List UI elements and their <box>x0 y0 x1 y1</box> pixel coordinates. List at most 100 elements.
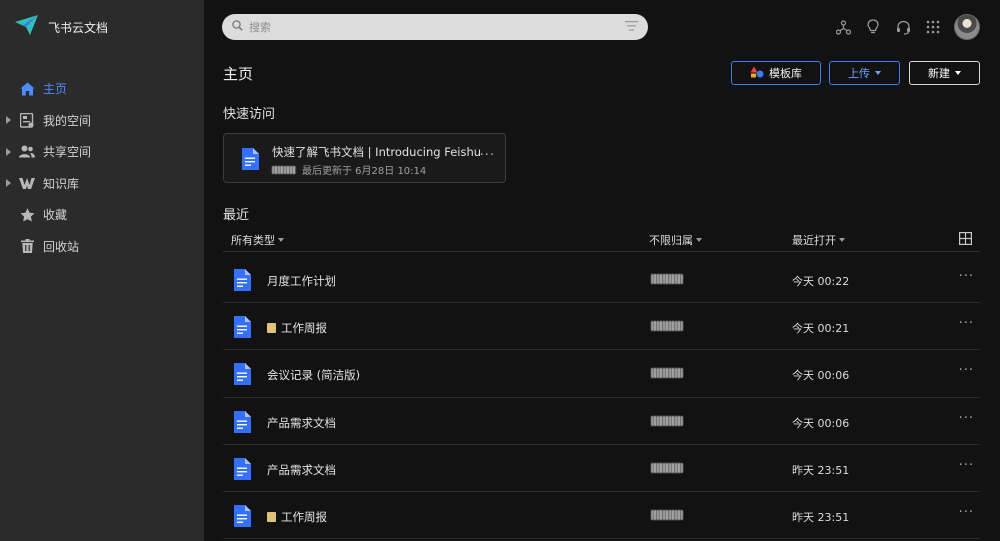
shared-space-icon <box>19 144 35 160</box>
last-opened-time: 今天 00:06 <box>792 416 850 430</box>
avatar[interactable] <box>954 14 980 40</box>
doc-name-cell: 产品需求文档 <box>267 462 336 478</box>
app-grid-icon[interactable] <box>918 14 948 40</box>
more-options-icon[interactable]: ··· <box>959 458 974 473</box>
doc-name-cell: 月度工作计划 <box>267 273 336 289</box>
table-header: 所有类型 不限归属 最近打开 <box>223 228 980 252</box>
search-icon <box>232 19 243 35</box>
doc-icon <box>233 457 251 484</box>
owner-name-redacted <box>651 321 683 332</box>
doc-name: 工作周报 <box>281 509 327 524</box>
chevron-down-icon <box>696 238 702 242</box>
template-icon <box>750 66 764 81</box>
expand-caret-icon[interactable] <box>6 179 11 188</box>
more-options-icon[interactable]: ··· <box>959 363 974 378</box>
recent-title: 最近 <box>223 208 250 223</box>
template-library-button[interactable]: 模板库 <box>731 61 821 85</box>
sidebar-item-trash[interactable]: 回收站 <box>0 231 204 263</box>
sidebar-item-favorites[interactable]: 收藏 <box>0 199 204 231</box>
quick-access-title: 快速访问 <box>223 107 276 122</box>
more-options-icon[interactable]: ··· <box>959 411 974 426</box>
last-opened-time: 今天 00:21 <box>792 322 850 336</box>
sidebar-item-label: 知识库 <box>43 176 80 191</box>
sidebar-item-label: 收藏 <box>43 208 68 223</box>
my-space-icon <box>19 112 35 128</box>
grid-view-icon[interactable] <box>959 232 973 246</box>
folder-tag-icon <box>267 511 276 522</box>
owner-name-redacted <box>651 368 683 379</box>
table-row[interactable]: 月度工作计划 今天 00:22 ··· <box>223 256 980 304</box>
template-library-label: 模板库 <box>769 68 802 80</box>
doc-name: 产品需求文档 <box>267 462 336 477</box>
table-row[interactable]: 产品需求文档 昨天 23:51 ··· <box>223 445 980 492</box>
feishu-logo-icon <box>14 14 40 40</box>
chevron-down-icon <box>278 238 284 242</box>
doc-icon <box>233 504 251 531</box>
recent-list: 月度工作计划 今天 00:22 ··· 工作周报 今天 00:21 ··· 会议… <box>223 256 980 540</box>
expand-caret-icon[interactable] <box>6 147 11 156</box>
doc-name: 月度工作计划 <box>267 274 336 288</box>
sidebar-nav: 主页 我的空间 共享空间 知识库 收藏 回收站 <box>0 73 204 262</box>
table-row[interactable]: 会议记录 (简洁版) 今天 00:06 ··· <box>223 350 980 398</box>
trash-icon <box>19 238 35 254</box>
type-filter-label: 所有类型 <box>231 234 275 247</box>
more-options-icon[interactable]: ··· <box>959 316 974 331</box>
sidebar-item-home[interactable]: 主页 <box>0 73 204 105</box>
last-opened-time: 昨天 23:51 <box>792 510 850 524</box>
doc-name-cell: 产品需求文档 <box>267 415 336 431</box>
chevron-down-icon <box>875 71 881 75</box>
page-title: 主页 <box>223 65 254 83</box>
doc-icon <box>241 148 259 174</box>
last-opened-time: 昨天 23:51 <box>792 463 850 477</box>
sidebar-item-shared-space[interactable]: 共享空间 <box>0 136 204 168</box>
sidebar-item-wiki[interactable]: 知识库 <box>0 168 204 200</box>
doc-name-cell: 工作周报 <box>267 320 327 336</box>
expand-caret-icon[interactable] <box>6 116 11 125</box>
upload-button[interactable]: 上传 <box>829 61 900 85</box>
brand[interactable]: 飞书云文档 <box>14 14 108 40</box>
more-options-icon[interactable]: ··· <box>959 505 974 520</box>
app-title: 飞书云文档 <box>48 20 109 35</box>
star-icon <box>19 207 35 223</box>
filter-icon[interactable] <box>625 20 638 35</box>
owner-name-redacted <box>651 462 683 473</box>
upload-label: 上传 <box>848 68 870 80</box>
doc-icon <box>233 316 251 342</box>
owner-filter[interactable]: 不限归属 <box>649 232 702 248</box>
sidebar-item-label: 共享空间 <box>43 145 92 160</box>
more-options-icon[interactable]: ··· <box>480 148 495 163</box>
owner-name-redacted <box>651 415 683 426</box>
doc-icon <box>233 269 251 295</box>
doc-name-cell: 工作周报 <box>267 509 327 525</box>
chevron-down-icon <box>955 71 961 75</box>
headset-icon[interactable] <box>888 14 918 40</box>
doc-icon <box>233 363 251 389</box>
quick-access-card[interactable]: 快速了解飞书文档 | Introducing Feishu ... 最后更新于 … <box>223 133 506 183</box>
sidebar-item-my-space[interactable]: 我的空间 <box>0 105 204 137</box>
type-filter[interactable]: 所有类型 <box>231 232 284 248</box>
search-input[interactable] <box>249 20 625 34</box>
doc-name-cell: 会议记录 (简洁版) <box>267 367 360 383</box>
table-row[interactable]: 工作周报 今天 00:21 ··· <box>223 303 980 351</box>
more-options-icon[interactable]: ··· <box>959 269 974 284</box>
lightbulb-icon[interactable] <box>858 14 888 40</box>
recently-opened-label: 最近打开 <box>792 234 836 247</box>
owner-name-redacted <box>651 274 683 284</box>
sidebar-item-label: 主页 <box>43 82 68 97</box>
search-bar[interactable] <box>222 14 648 40</box>
doc-name: 工作周报 <box>281 321 327 336</box>
home-icon <box>19 81 35 97</box>
recently-opened-sort[interactable]: 最近打开 <box>792 232 845 248</box>
sidebar-item-label: 我的空间 <box>43 113 92 128</box>
table-row[interactable]: 产品需求文档 今天 00:06 ··· <box>223 398 980 445</box>
doc-icon <box>233 410 251 437</box>
wiki-icon <box>19 175 35 191</box>
top-toolbar <box>828 14 980 40</box>
new-button[interactable]: 新建 <box>909 61 980 85</box>
quick-access-card-meta: 最后更新于 6月28日 10:14 <box>272 162 426 177</box>
new-label: 新建 <box>928 68 950 80</box>
table-row[interactable]: 工作周报 昨天 23:51 ··· <box>223 492 980 540</box>
network-icon[interactable] <box>828 14 858 40</box>
sidebar: 飞书云文档 主页 我的空间 共享空间 知识库 收藏 回收站 <box>0 0 204 541</box>
owner-filter-label: 不限归属 <box>649 234 693 247</box>
